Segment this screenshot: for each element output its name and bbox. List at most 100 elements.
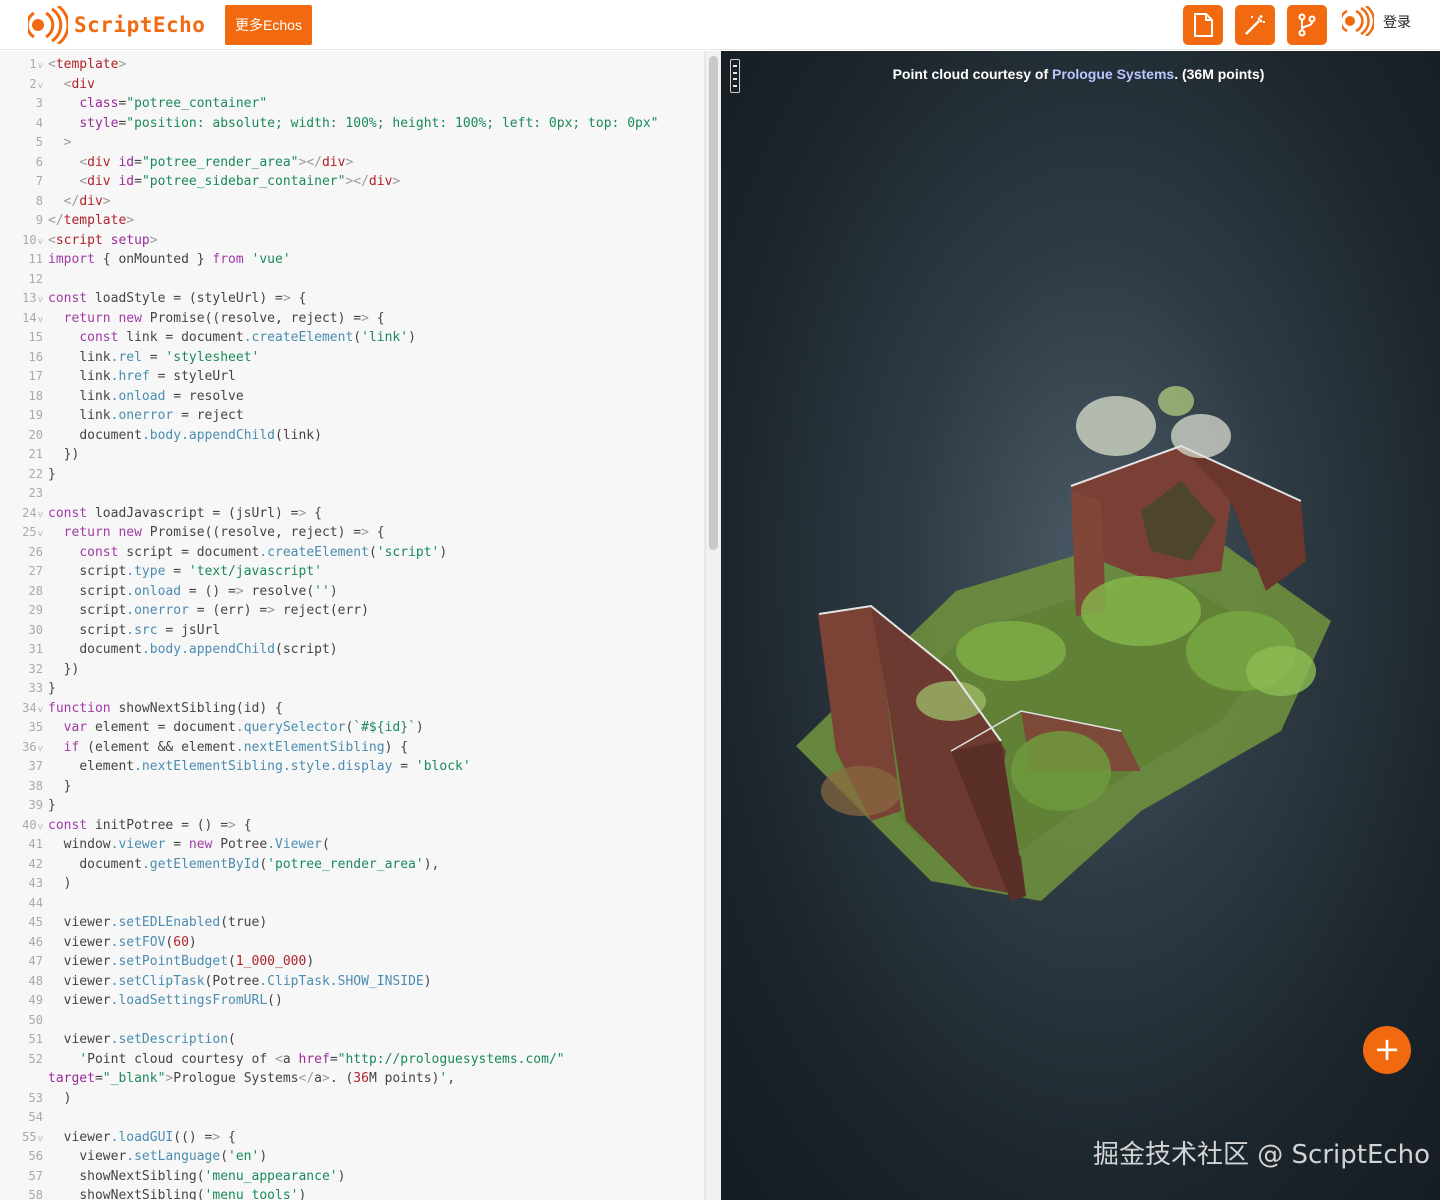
login-link[interactable]: 登录 [1383,12,1411,32]
code-line[interactable]: 10v <script setup> [0,231,704,251]
code-line[interactable]: 32 }) [0,660,704,680]
fork-icon [1298,13,1316,37]
editor-scrollbar-thumb[interactable] [709,56,718,550]
line-content: import { onMounted } from 'vue' [48,252,291,267]
code-line[interactable]: 4 style="position: absolute; width: 100%… [0,114,704,134]
more-echos-button[interactable]: 更多Echos [225,5,312,45]
code-line[interactable]: 7 <div id="potree_sidebar_container"></d… [0,172,704,192]
code-line[interactable]: 35 var element = document.querySelector(… [0,718,704,738]
code-line[interactable]: 47 viewer.setPointBudget(1_000_000) [0,952,704,972]
code-line[interactable]: 36v if (element && element.nextElementSi… [0,738,704,758]
line-number: 42 [28,856,43,871]
code-line[interactable]: 50 [0,1011,704,1031]
code-line[interactable]: 31 document.body.appendChild(script) [0,640,704,660]
code-line[interactable]: 6 <div id="potree_render_area"></div> [0,153,704,173]
code-line[interactable]: 16 link.rel = 'stylesheet' [0,348,704,368]
code-line[interactable]: 51 viewer.setDescription( [0,1030,704,1050]
line-content: viewer.loadSettingsFromURL() [63,993,283,1008]
line-content: }) [48,447,80,462]
code-line[interactable]: 34v function showNextSibling(id) { [0,699,704,719]
code-line[interactable]: 14v return new Promise((resolve, reject)… [0,309,704,329]
fork-button[interactable] [1287,5,1327,45]
line-number: 23 [28,486,43,500]
fold-chevron-icon[interactable]: v [38,237,43,247]
potree-viewer[interactable]: Point cloud courtesy of Prologue Systems… [721,51,1440,1200]
code-line[interactable]: 58 showNextSibling('menu_tools') [0,1186,704,1200]
code-line[interactable]: 18 link.onload = resolve [0,387,704,407]
code-line[interactable]: 40v const initPotree = () => { [0,816,704,836]
editor-scrollbar[interactable] [705,51,721,1200]
code-line[interactable]: 56 viewer.setLanguage('en') [0,1147,704,1167]
magic-button[interactable] [1235,5,1275,45]
fold-chevron-icon[interactable]: v [38,822,43,832]
fold-chevron-icon[interactable]: v [38,529,43,539]
user-logo-icon[interactable] [1342,6,1374,36]
code-line[interactable]: 49 viewer.loadSettingsFromURL() [0,991,704,1011]
code-line[interactable]: 37 element.nextElementSibling.style.disp… [0,757,704,777]
code-line[interactable]: 30 script.src = jsUrl [0,621,704,641]
fold-chevron-icon[interactable]: v [38,295,43,305]
code-line[interactable]: 24v const loadJavascript = (jsUrl) => { [0,504,704,524]
prologue-systems-link[interactable]: Prologue Systems [1052,66,1174,82]
code-line[interactable]: 54 [0,1108,704,1128]
code-line[interactable]: 44 [0,894,704,914]
code-line[interactable]: 46 viewer.setFOV(60) [0,933,704,953]
code-line[interactable]: target="_blank">Prologue Systems</a>. (3… [0,1069,704,1089]
code-line[interactable]: 41 window.viewer = new Potree.Viewer( [0,835,704,855]
fold-chevron-icon[interactable]: v [38,705,43,715]
code-line[interactable]: 21 }) [0,445,704,465]
code-line[interactable]: 48 viewer.setClipTask(Potree.ClipTask.SH… [0,972,704,992]
code-line[interactable]: 26 const script = document.createElement… [0,543,704,563]
line-content [47,1011,48,1031]
code-line[interactable]: 3 class="potree_container" [0,94,704,114]
fold-chevron-icon[interactable]: v [38,1134,43,1144]
code-line[interactable]: 8 </div> [0,192,704,212]
line-content: > [63,135,72,150]
fold-chevron-icon[interactable]: v [38,81,43,91]
code-line[interactable]: 27 script.type = 'text/javascript' [0,562,704,582]
fold-chevron-icon[interactable]: v [38,744,43,754]
line-content: const script = document.createElement('s… [79,544,448,560]
code-editor[interactable]: 1v <template> 2v <div 3 class="potree_conta… [0,51,705,1200]
new-file-button[interactable] [1183,5,1223,45]
code-line[interactable]: 15 const link = document.createElement('… [0,328,704,348]
code-line[interactable]: 38 } [0,777,704,797]
code-line[interactable]: 20 document.body.appendChild(link) [0,426,704,446]
line-content: viewer.setDescription( [63,1032,236,1047]
code-line[interactable]: 55v viewer.loadGUI(() => { [0,1128,704,1148]
code-line[interactable]: 43 ) [0,874,704,894]
sidebar-menu-toggle[interactable] [730,59,740,93]
code-line[interactable]: 1v <template> [0,55,704,75]
line-number: 56 [28,1149,43,1163]
code-line[interactable]: 53 ) [0,1089,704,1109]
code-line[interactable]: 22} [0,465,704,485]
code-line[interactable]: 13v const loadStyle = (styleUrl) => { [0,289,704,309]
top-bar: ScriptEcho 更多Echos 登录 [0,0,1440,50]
fold-chevron-icon[interactable]: v [38,315,43,325]
code-line[interactable]: 2v <div [0,75,704,95]
line-content: showNextSibling('menu_appearance') [79,1168,346,1184]
code-line[interactable]: 28 script.onload = () => resolve('') [0,582,704,602]
code-lines[interactable]: 1v <template> 2v <div 3 class="potree_conta… [0,55,704,1200]
code-line[interactable]: 57 showNextSibling('menu_appearance') [0,1167,704,1187]
point-cloud-render[interactable] [721,51,1440,1200]
code-line[interactable]: 5 > [0,133,704,153]
code-line[interactable]: 23 [0,484,704,504]
scriptecho-logo[interactable]: ScriptEcho [28,6,205,44]
code-line[interactable]: 42 document.getElementById('potree_rende… [0,855,704,875]
code-line[interactable]: 33} [0,679,704,699]
code-line[interactable]: 12 [0,270,704,290]
code-line[interactable]: 9 </template> [0,211,704,231]
code-line[interactable]: 11 import { onMounted } from 'vue' [0,250,704,270]
code-line[interactable]: 52 'Point cloud courtesy of <a href="htt… [0,1050,704,1070]
line-number: 16 [28,349,43,364]
code-line[interactable]: 19 link.onerror = reject [0,406,704,426]
fold-chevron-icon[interactable]: v [38,61,43,71]
code-line[interactable]: 29 script.onerror = (err) => reject(err) [0,601,704,621]
fold-chevron-icon[interactable]: v [38,510,43,520]
code-line[interactable]: 45 viewer.setEDLEnabled(true) [0,913,704,933]
code-line[interactable]: 25v return new Promise((resolve, reject)… [0,523,704,543]
code-line[interactable]: 17 link.href = styleUrl [0,367,704,387]
code-line[interactable]: 39} [0,796,704,816]
add-button[interactable]: + [1363,1026,1411,1074]
